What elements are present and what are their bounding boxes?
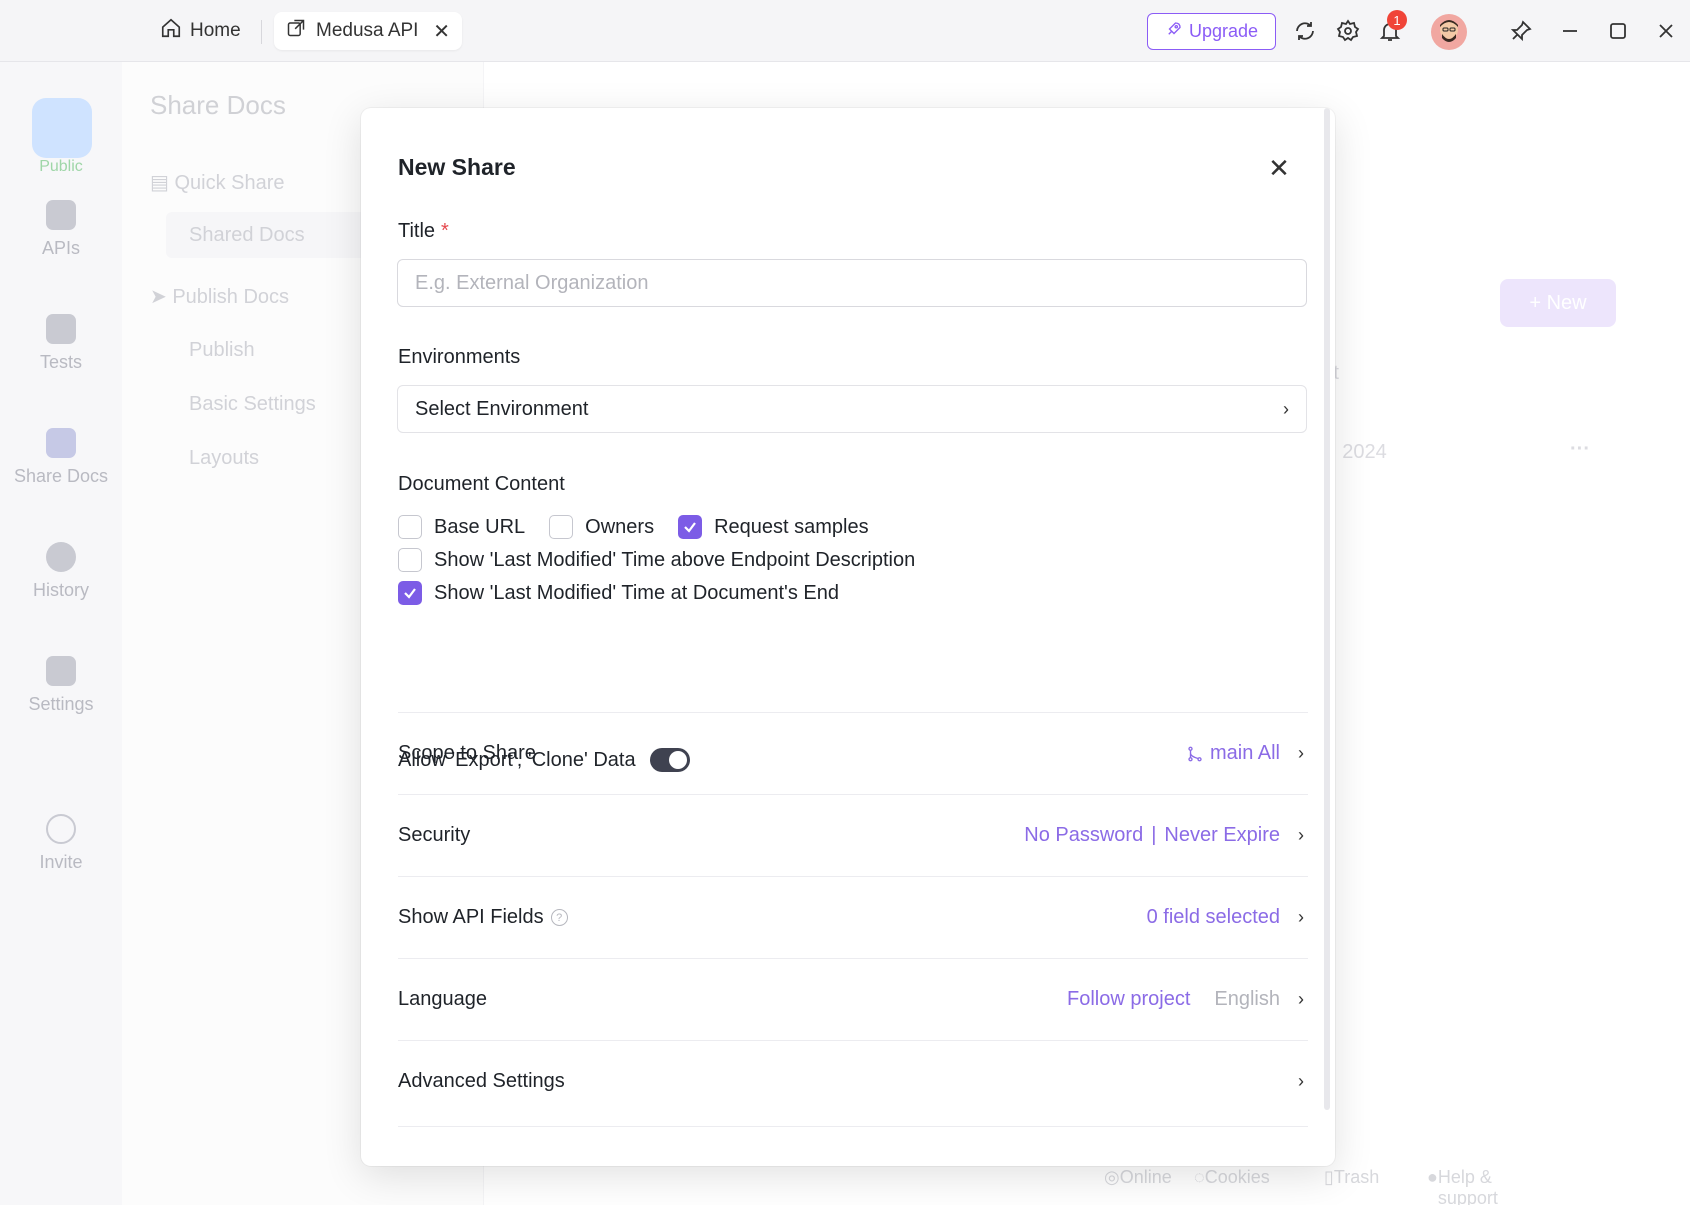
title-input[interactable]: [397, 259, 1307, 307]
security-row[interactable]: Security No Password | Never Expire ›: [398, 794, 1308, 876]
request-samples-checkbox[interactable]: [678, 515, 703, 539]
tab-home[interactable]: Home: [160, 12, 241, 50]
window-close-icon[interactable]: [1653, 18, 1679, 44]
base-url-option[interactable]: Base URL: [398, 515, 525, 539]
tab-close-icon[interactable]: ✕: [433, 19, 450, 44]
tab-medusa-api[interactable]: Medusa API ✕: [274, 12, 462, 50]
project-logo[interactable]: [32, 98, 92, 158]
nav-item-tests[interactable]: Tests: [0, 314, 122, 373]
minimize-icon[interactable]: [1557, 18, 1583, 44]
last-modified-above-option[interactable]: Show 'Last Modified' Time above Endpoint…: [398, 548, 915, 572]
chevron-right-icon: ›: [1283, 398, 1289, 419]
modal-close-icon[interactable]: ✕: [1265, 153, 1293, 183]
owners-option[interactable]: Owners: [549, 515, 654, 539]
refresh-icon[interactable]: [1292, 18, 1318, 44]
nav-item-settings[interactable]: Settings: [0, 656, 122, 715]
last-modified-end-checkbox[interactable]: [398, 581, 422, 605]
tab-home-label: Home: [190, 20, 241, 41]
show-api-fields-row[interactable]: Show API Fields ? 0 field selected ›: [398, 876, 1308, 958]
chevron-right-icon: ›: [1298, 1071, 1304, 1091]
modal-scrollbar[interactable]: [1324, 108, 1330, 1110]
external-link-icon: [286, 18, 306, 44]
base-url-checkbox[interactable]: [398, 515, 422, 539]
modal-title: New Share: [398, 154, 516, 180]
rocket-icon: [1165, 20, 1183, 43]
language-value: Follow project English: [1067, 988, 1280, 1010]
security-label: Security: [398, 824, 471, 846]
scope-label: Scope to Share: [398, 742, 536, 764]
environment-select[interactable]: Select Environment ›: [397, 385, 1307, 433]
logo-label: Public: [39, 158, 83, 175]
home-icon: [160, 17, 182, 45]
new-share-modal: New Share ✕ Title* Environments Select E…: [361, 108, 1335, 1166]
chevron-right-icon: ›: [1298, 907, 1304, 927]
document-content-label: Document Content: [398, 473, 565, 495]
advanced-label: Advanced Settings: [398, 1070, 565, 1092]
content-checkbox-row: Base URL Owners Request samples: [398, 515, 893, 539]
advanced-settings-row[interactable]: Advanced Settings ›: [398, 1040, 1308, 1122]
last-modified-end-option[interactable]: Show 'Last Modified' Time at Document's …: [398, 581, 839, 605]
branch-icon: [1186, 745, 1204, 763]
last-modified-above-checkbox[interactable]: [398, 548, 422, 572]
nav-item-history[interactable]: History: [0, 542, 122, 601]
environments-label: Environments: [398, 346, 521, 368]
title-label: Title *: [398, 220, 449, 242]
upgrade-label: Upgrade: [1188, 21, 1259, 41]
divider: [398, 1126, 1308, 1127]
pin-icon[interactable]: [1508, 18, 1534, 44]
required-mark: *: [441, 220, 449, 242]
nav-item-share-docs[interactable]: Share Docs: [0, 428, 122, 487]
api-fields-label: Show API Fields: [398, 906, 544, 928]
scope-value: main All: [1186, 742, 1280, 765]
avatar[interactable]: [1431, 14, 1467, 50]
gear-icon[interactable]: [1335, 18, 1361, 44]
language-label: Language: [398, 988, 487, 1010]
maximize-icon[interactable]: [1605, 18, 1631, 44]
api-fields-value: 0 field selected: [1146, 906, 1280, 928]
tab-active-label: Medusa API: [316, 20, 419, 41]
apis-icon: [46, 200, 76, 230]
tests-icon: [46, 314, 76, 344]
language-row[interactable]: Language Follow project English ›: [398, 958, 1308, 1040]
security-value: No Password | Never Expire: [1024, 824, 1280, 846]
chevron-right-icon: ›: [1298, 743, 1304, 763]
chevron-right-icon: ›: [1298, 989, 1304, 1009]
tab-divider: [261, 20, 262, 44]
notification-badge: 1: [1387, 10, 1407, 30]
left-nav: Public APIs Tests Share Docs History Set…: [0, 62, 122, 1205]
settings-icon: [46, 656, 76, 686]
chevron-right-icon: ›: [1298, 825, 1304, 845]
owners-checkbox[interactable]: [549, 515, 574, 539]
upgrade-button[interactable]: Upgrade: [1147, 13, 1276, 50]
nav-item-invite[interactable]: Invite: [0, 814, 122, 873]
nav-item-apis[interactable]: APIs: [0, 200, 122, 259]
book-icon: [46, 428, 76, 458]
clock-icon: [46, 542, 76, 572]
scope-to-share-row[interactable]: Scope to Share main All ›: [398, 712, 1308, 794]
title-bar: Home Medusa API ✕ Upgrade 1: [0, 0, 1690, 62]
environment-select-value: Select Environment: [415, 397, 589, 420]
request-samples-option[interactable]: Request samples: [678, 515, 869, 539]
add-user-icon: [46, 814, 76, 844]
help-icon[interactable]: ?: [550, 909, 568, 926]
